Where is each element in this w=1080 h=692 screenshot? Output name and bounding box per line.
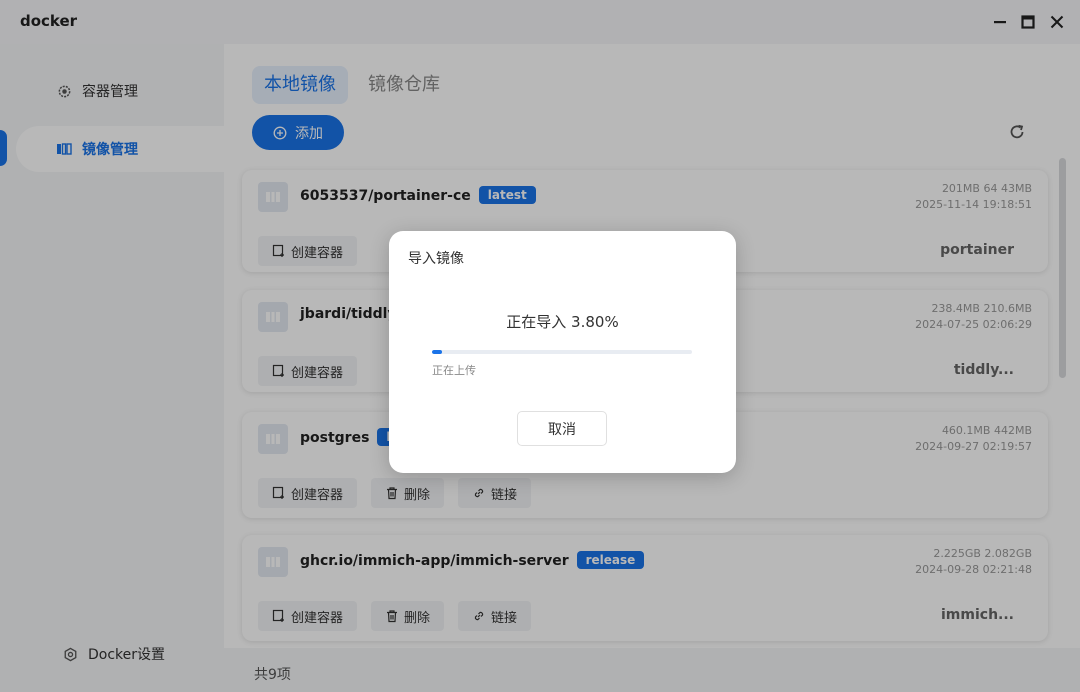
- dialog-title: 导入镜像: [408, 251, 464, 267]
- import-image-dialog: 导入镜像 正在导入 3.80% 正在上传 取消: [389, 231, 736, 473]
- upload-status: 正在上传: [432, 364, 476, 377]
- cancel-button[interactable]: 取消: [517, 411, 607, 446]
- progress-fill: [432, 350, 442, 354]
- progress-bar: [432, 350, 692, 354]
- import-status: 正在导入 3.80%: [506, 313, 619, 331]
